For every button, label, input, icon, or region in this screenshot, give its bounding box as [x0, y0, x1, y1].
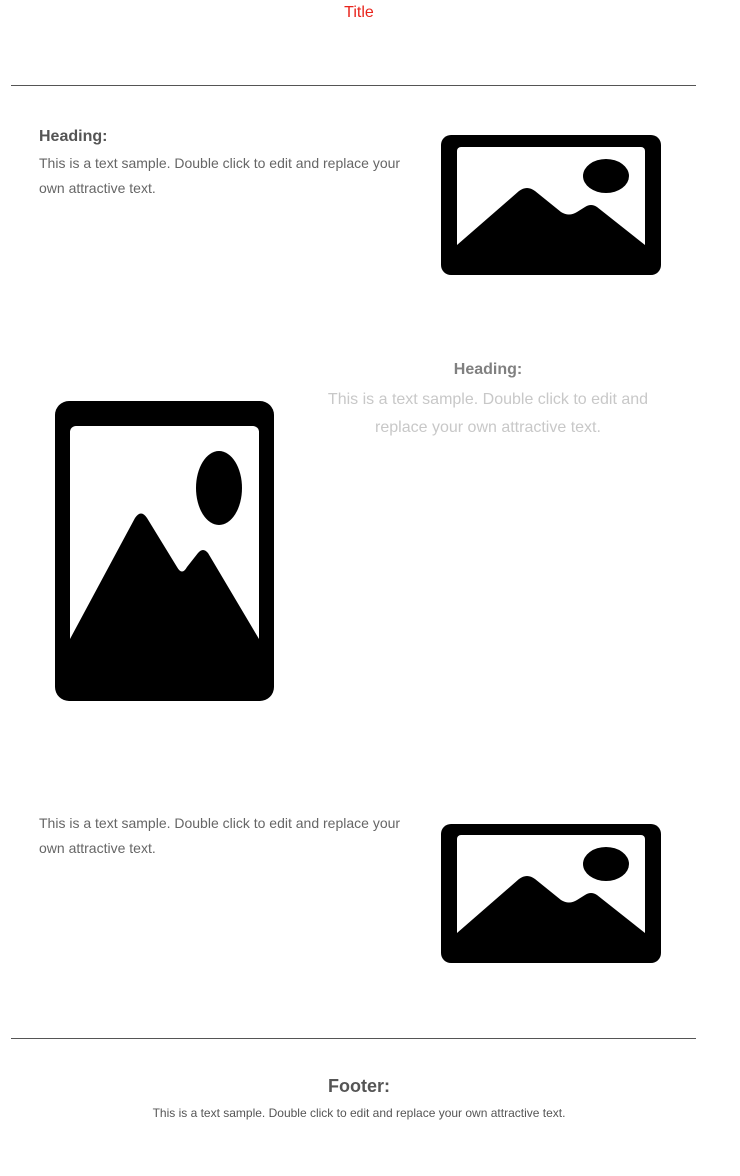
- bottom-divider: [11, 1038, 696, 1039]
- section1-image[interactable]: [441, 135, 661, 275]
- section3-text[interactable]: This is a text sample. Double click to e…: [39, 811, 414, 861]
- image-placeholder-icon: [441, 135, 661, 275]
- section2-text[interactable]: This is a text sample. Double click to e…: [320, 386, 656, 442]
- footer-text[interactable]: This is a text sample. Double click to e…: [0, 1105, 718, 1121]
- section2-heading[interactable]: Heading:: [320, 360, 656, 380]
- section2-image[interactable]: [55, 401, 274, 701]
- section1-heading[interactable]: Heading:: [39, 128, 107, 146]
- section1-text[interactable]: This is a text sample. Double click to e…: [39, 151, 414, 201]
- image-placeholder-icon: [441, 824, 661, 963]
- top-divider: [11, 85, 696, 86]
- image-placeholder-icon: [55, 401, 274, 701]
- page-title[interactable]: Title: [0, 4, 718, 22]
- section3-image[interactable]: [441, 824, 661, 963]
- footer-heading[interactable]: Footer:: [0, 1076, 718, 1096]
- section2-text-block: Heading: This is a text sample. Double c…: [320, 360, 656, 442]
